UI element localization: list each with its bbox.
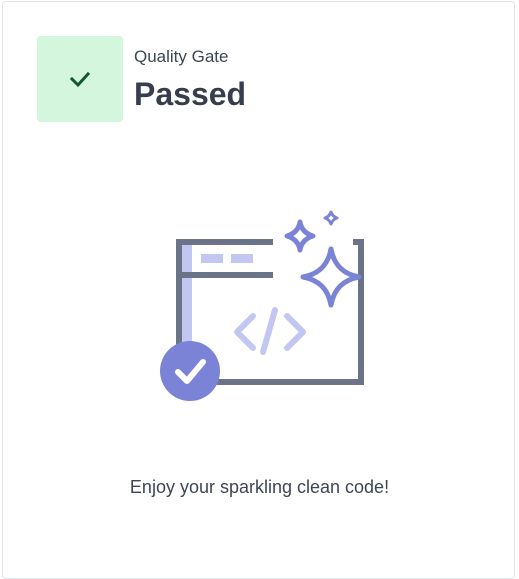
window-dash-2 [231, 254, 253, 263]
check-icon [69, 71, 91, 88]
sparkle-icon [284, 210, 362, 308]
code-icon [234, 307, 306, 355]
quality-gate-status: Passed [134, 76, 247, 112]
quality-gate-header: Quality Gate Passed [134, 46, 246, 114]
success-message: Enjoy your sparkling clean code! [129, 477, 390, 497]
window-dash-1 [201, 254, 223, 263]
quality-gate-label: Quality Gate [134, 47, 229, 66]
sparkling-clean-code-illustration [160, 210, 364, 401]
quality-gate-card: Quality Gate Passed Enjoy your sparkling… [2, 1, 515, 579]
quality-gate-badge [37, 36, 123, 122]
check-circle-icon [160, 341, 220, 401]
